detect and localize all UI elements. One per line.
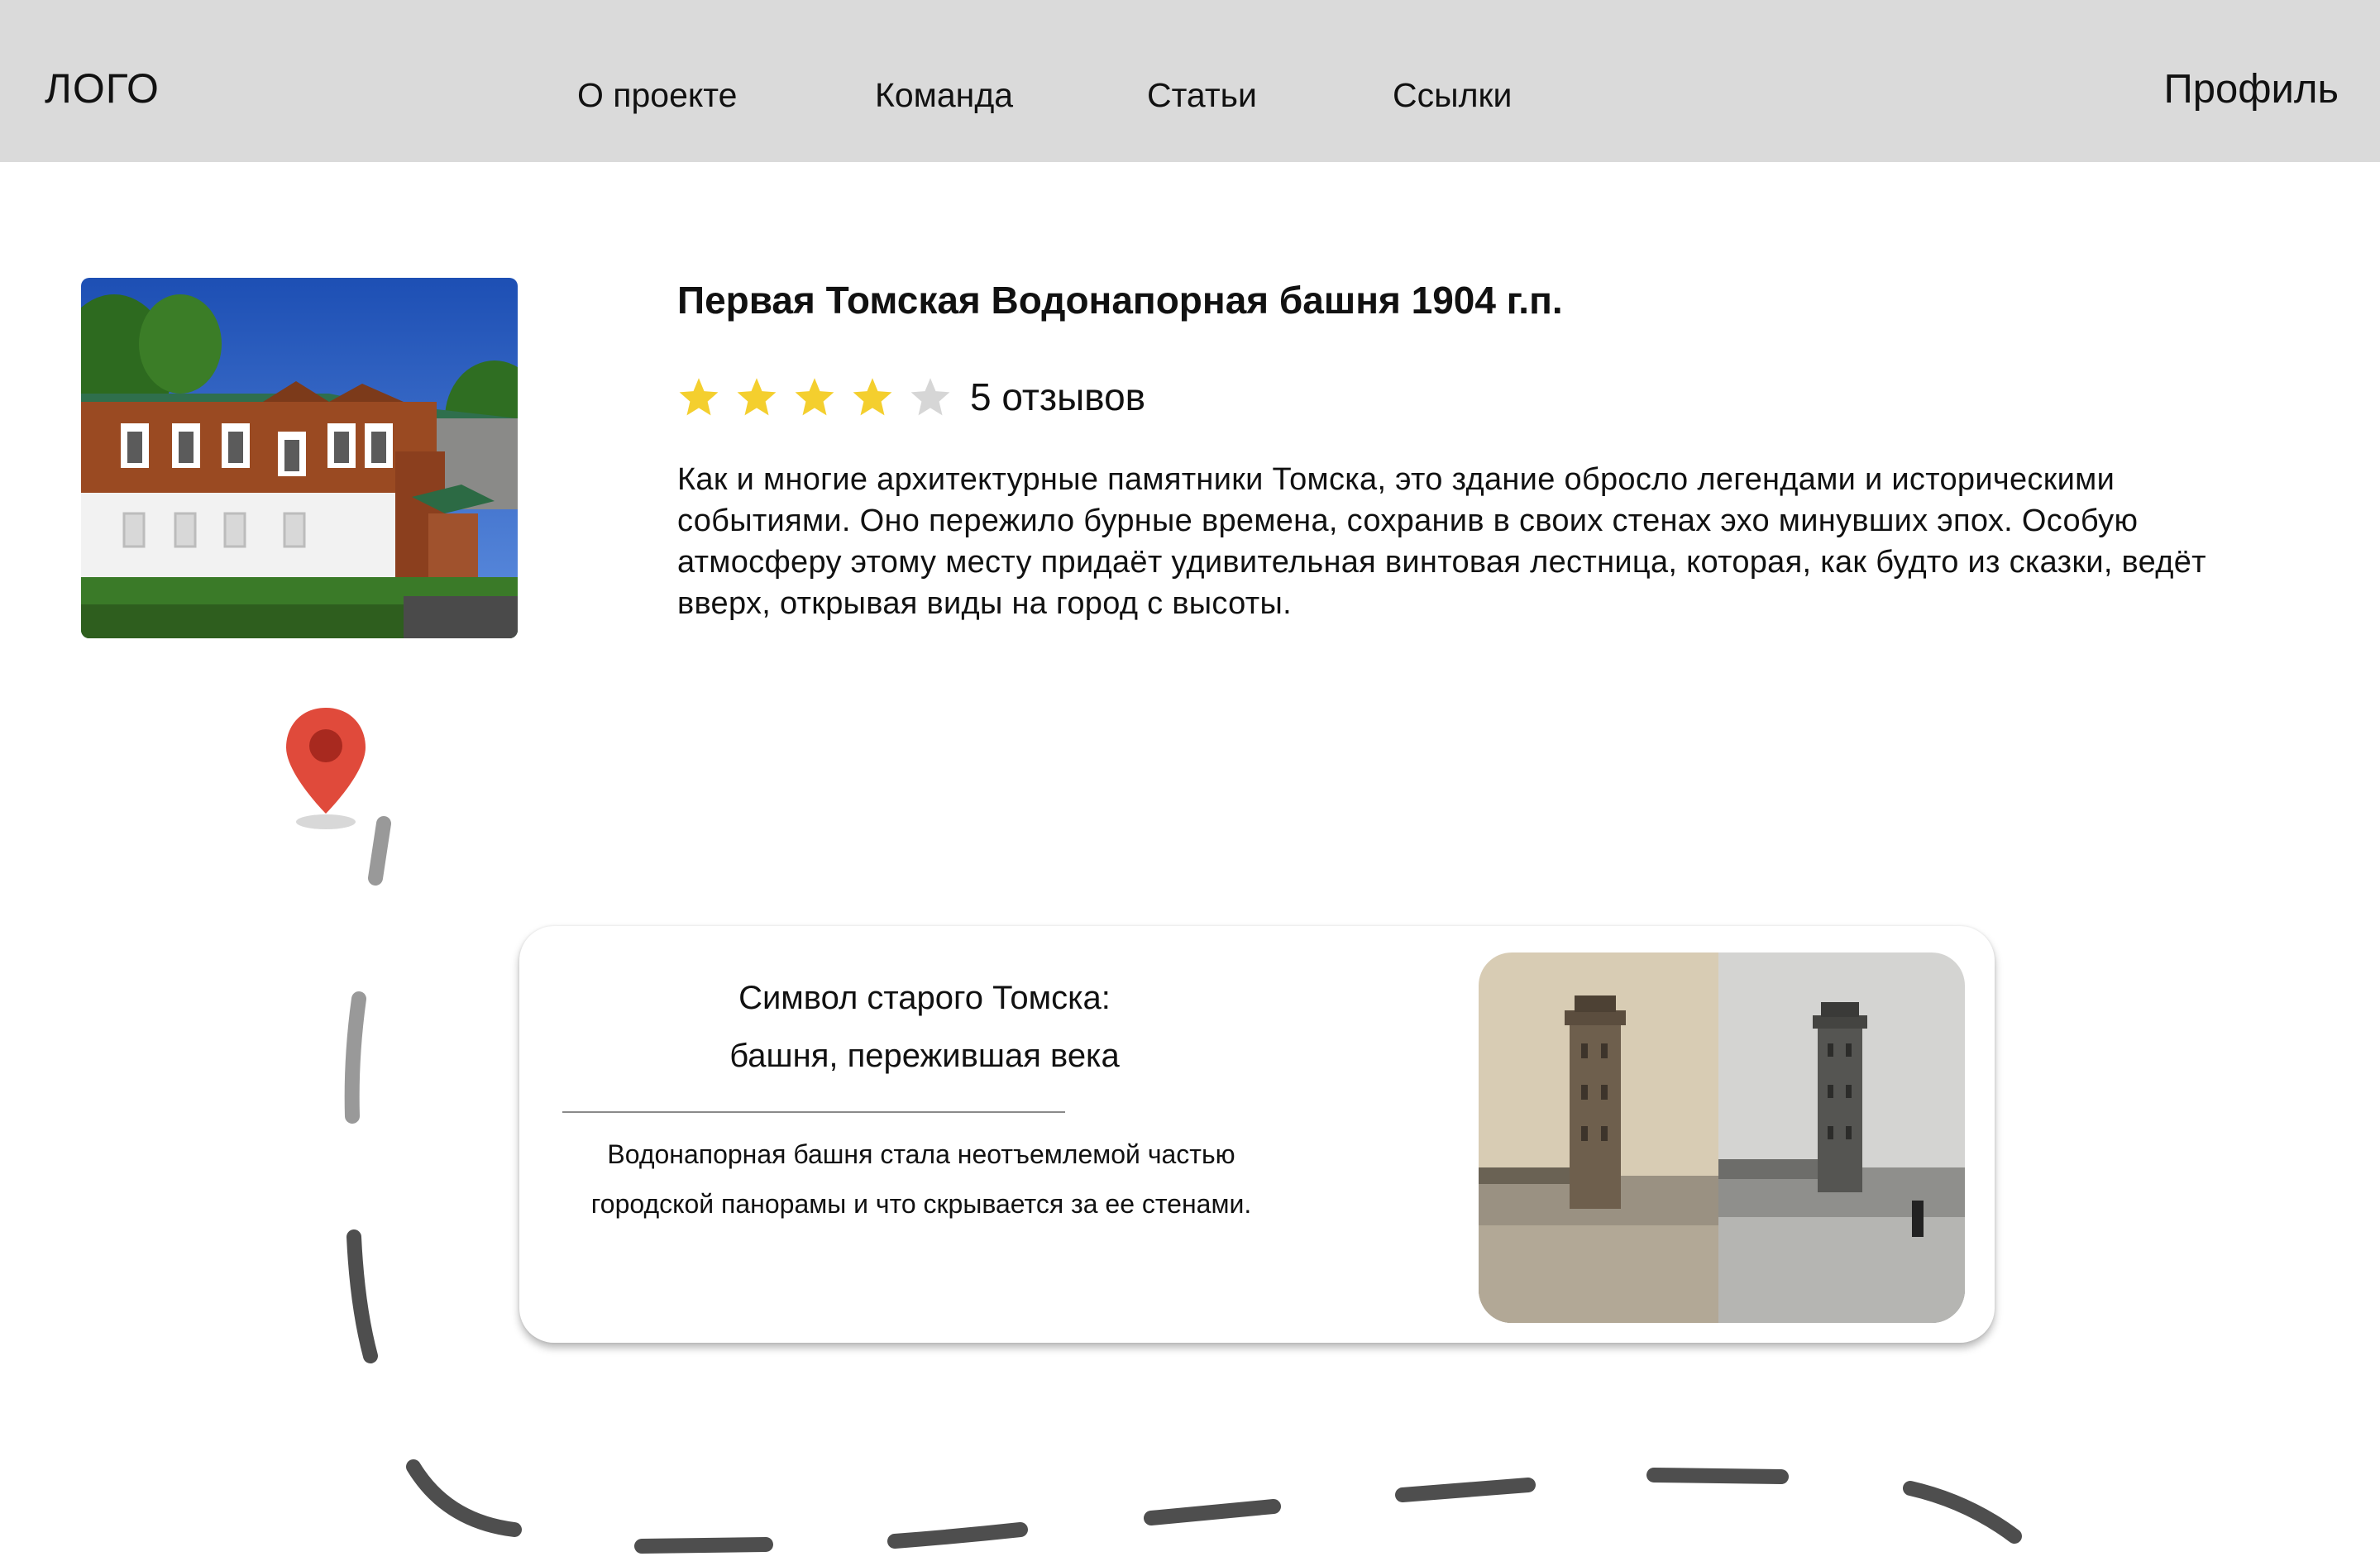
top-navigation-bar: ЛОГО О проекте Команда Статьи Ссылки Про… bbox=[0, 0, 2380, 162]
star-icon[interactable] bbox=[735, 375, 778, 418]
description-text: Как и многие архитектурные памятники Том… bbox=[677, 462, 2206, 621]
card-heading-line-1: Символ старого Томска: bbox=[738, 980, 1111, 1016]
nav-link-articles[interactable]: Статьи bbox=[1147, 76, 1257, 115]
info-card: Символ старого Томска: башня, пережившая… bbox=[519, 926, 1995, 1343]
card-heading-line-2: башня, пережившая века bbox=[729, 1038, 1120, 1074]
map-pin-icon[interactable] bbox=[281, 704, 370, 830]
divider bbox=[562, 1111, 1065, 1113]
nav-link-team[interactable]: Команда bbox=[875, 76, 1013, 115]
tower-photo bbox=[1479, 952, 1965, 1323]
star-icon[interactable] bbox=[851, 375, 894, 418]
card-heading: Символ старого Томска: башня, пережившая… bbox=[552, 969, 1297, 1085]
page: ЛОГО О проекте Команда Статьи Ссылки Про… bbox=[0, 0, 2380, 1566]
rating[interactable]: 5 отзывов bbox=[677, 372, 1145, 422]
profile-link[interactable]: Профиль bbox=[2163, 66, 2339, 112]
star-icon[interactable] bbox=[793, 375, 836, 418]
nav-link-about[interactable]: О проекте bbox=[577, 76, 737, 115]
logo[interactable]: ЛОГО bbox=[45, 64, 160, 112]
nav-link-links[interactable]: Ссылки bbox=[1393, 76, 1512, 115]
star-icon[interactable] bbox=[677, 375, 720, 418]
reviews-link[interactable]: 5 отзывов bbox=[970, 375, 1145, 419]
star-icon[interactable] bbox=[909, 375, 952, 418]
building-photo bbox=[81, 278, 518, 638]
page-title: Первая Томская Водонапорная башня 1904 г… bbox=[677, 279, 1563, 322]
card-text: Водонапорная башня стала неотъемлемой ча… bbox=[590, 1139, 1252, 1219]
